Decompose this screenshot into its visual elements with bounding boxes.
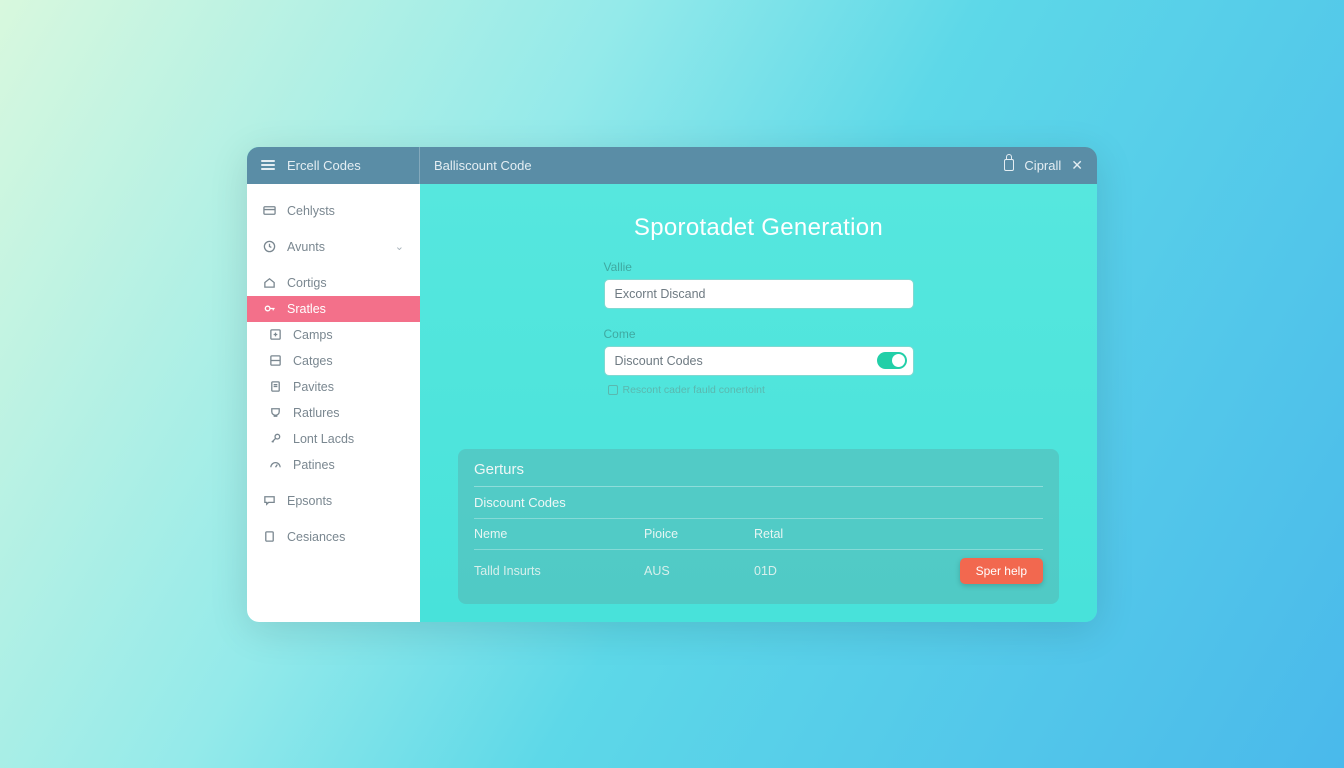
sidebar-item-ratlures[interactable]: Ratlures	[247, 400, 420, 426]
plus-box-icon	[269, 328, 282, 341]
topbar: Ercell Codes Balliscount Code Ciprall ✕	[247, 147, 1097, 184]
sidebar-item-label: Ratlures	[293, 406, 340, 420]
device-icon	[263, 530, 276, 543]
sidebar-item-label: Epsonts	[287, 494, 332, 508]
page-title: Sporotadet Generation	[458, 214, 1059, 242]
sidebar: Cehlysts Avunts ⌄ Cortigs Sratles Camps	[247, 184, 420, 622]
doc-icon	[269, 380, 282, 393]
sidebar-item-cortigs[interactable]: Cortigs	[247, 270, 420, 296]
results-panel: Gerturs Discount Codes Neme Pioice Retal…	[458, 449, 1059, 604]
sidebar-item-pavites[interactable]: Pavites	[247, 374, 420, 400]
topbar-right: Ciprall ✕	[1004, 157, 1097, 174]
panel-title: Gerturs	[474, 461, 1043, 487]
sidebar-item-label: Catges	[293, 354, 333, 368]
cell-price: AUS	[644, 564, 754, 578]
layers-icon	[269, 354, 282, 367]
sidebar-item-label: Avunts	[287, 240, 325, 254]
lock-icon	[1004, 159, 1014, 171]
sidebar-item-cehlysts[interactable]: Cehlysts	[247, 198, 420, 224]
value-input[interactable]	[604, 279, 914, 309]
helper-text: Rescont cader fauld conertoint	[623, 384, 765, 396]
sidebar-item-patines[interactable]: Patines	[247, 452, 420, 478]
topbar-left: Ercell Codes	[247, 147, 420, 184]
topbar-right-label: Ciprall	[1024, 158, 1061, 173]
cell-retail: 01D	[754, 564, 960, 578]
sidebar-item-label: Lont Lacds	[293, 432, 354, 446]
sidebar-item-label: Pavites	[293, 380, 334, 394]
sidebar-item-avunts[interactable]: Avunts ⌄	[247, 234, 420, 260]
close-icon[interactable]: ✕	[1071, 157, 1083, 174]
home-icon	[263, 276, 276, 289]
sidebar-item-label: Sratles	[287, 302, 326, 316]
sidebar-item-label: Camps	[293, 328, 333, 342]
chat-icon	[263, 494, 276, 507]
form: Vallie Come Discount Codes Rescont cader…	[604, 260, 914, 396]
app-window: Ercell Codes Balliscount Code Ciprall ✕ …	[247, 147, 1097, 622]
card-icon	[263, 204, 276, 217]
toggle-label: Discount Codes	[615, 354, 877, 368]
sper-help-button[interactable]: Sper help	[960, 558, 1043, 584]
col-price: Pioice	[644, 527, 754, 541]
field-value-label: Vallie	[604, 260, 914, 274]
check-icon	[608, 385, 618, 395]
table-row: Talld Insurts AUS 01D Sper help	[474, 550, 1043, 592]
sidebar-item-cesiances[interactable]: Cesiances	[247, 524, 420, 550]
sidebar-item-label: Patines	[293, 458, 335, 472]
discount-codes-toggle-row[interactable]: Discount Codes	[604, 346, 914, 376]
sidebar-item-lont-lacds[interactable]: Lont Lacds	[247, 426, 420, 452]
cup-icon	[269, 406, 282, 419]
sidebar-item-sratles[interactable]: Sratles	[247, 296, 420, 322]
field-come-label: Come	[604, 327, 914, 341]
key-icon	[263, 302, 276, 315]
menu-icon[interactable]	[261, 160, 275, 170]
table-header: Neme Pioice Retal	[474, 519, 1043, 550]
clock-icon	[263, 240, 276, 253]
col-name: Neme	[474, 527, 644, 541]
page-breadcrumb: Balliscount Code	[420, 158, 1004, 173]
cell-name: Talld Insurts	[474, 564, 644, 578]
chevron-down-icon: ⌄	[395, 240, 404, 253]
sidebar-item-label: Cehlysts	[287, 204, 335, 218]
app-label: Ercell Codes	[287, 158, 361, 173]
sidebar-item-epsonts[interactable]: Epsonts	[247, 488, 420, 514]
helper-text-row: Rescont cader fauld conertoint	[604, 384, 914, 396]
panel-subtitle: Discount Codes	[474, 487, 1043, 519]
gauge-icon	[269, 458, 282, 471]
key2-icon	[269, 432, 282, 445]
sidebar-item-label: Cortigs	[287, 276, 327, 290]
sidebar-item-camps[interactable]: Camps	[247, 322, 420, 348]
col-retail: Retal	[754, 527, 1043, 541]
toggle-switch[interactable]	[877, 352, 907, 369]
sidebar-item-catges[interactable]: Catges	[247, 348, 420, 374]
sidebar-item-label: Cesiances	[287, 530, 345, 544]
main-content: Sporotadet Generation Vallie Come Discou…	[420, 184, 1097, 622]
